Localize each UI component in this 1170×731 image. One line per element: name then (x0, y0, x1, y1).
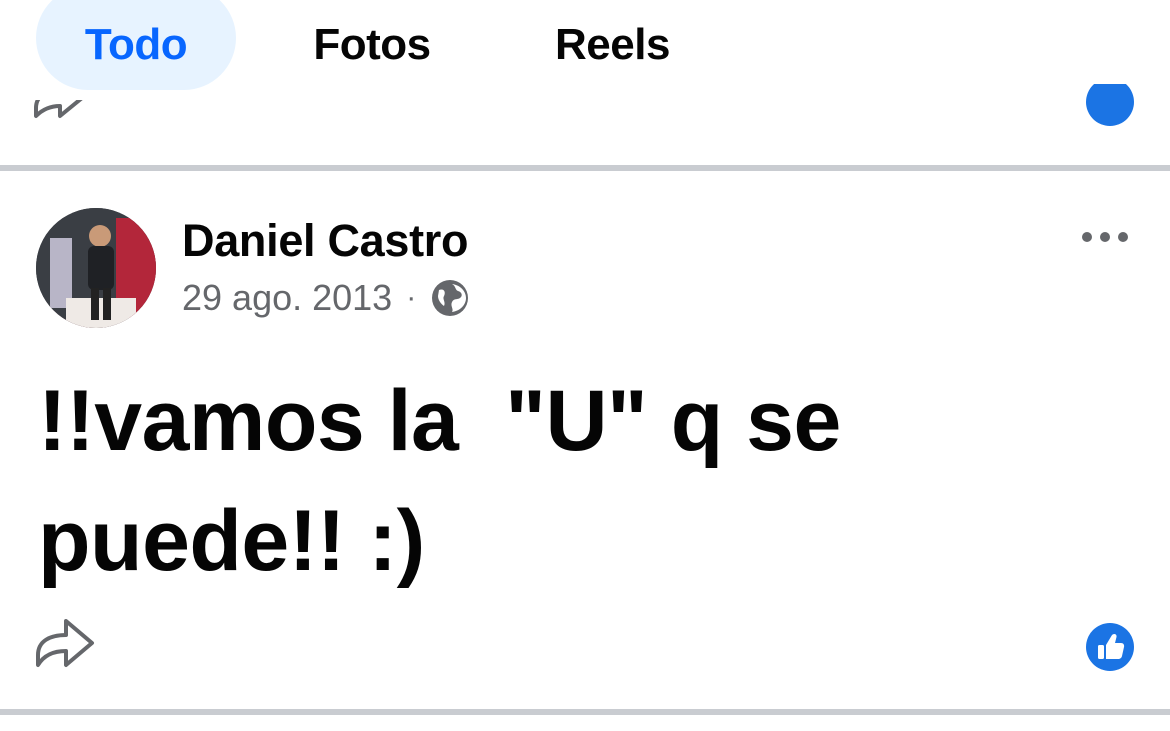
post-text: !!vamos la "U" q se puede!! :) (38, 373, 841, 589)
post-date[interactable]: 29 ago. 2013 (182, 277, 392, 319)
post-divider-bottom (0, 709, 1170, 715)
tab-fotos[interactable]: Fotos (282, 0, 462, 90)
post-card: Daniel Castro 29 ago. 2013 · !!vamos la … (0, 171, 1170, 709)
tab-todo[interactable]: Todo (36, 0, 236, 90)
more-options-icon[interactable] (1080, 229, 1130, 245)
author-name[interactable]: Daniel Castro (182, 215, 468, 267)
tab-reels[interactable]: Reels (520, 0, 705, 90)
share-icon[interactable] (34, 615, 96, 671)
previous-post-share-icon[interactable] (28, 100, 92, 130)
meta-separator: · (406, 281, 417, 314)
like-icon[interactable] (1086, 623, 1134, 671)
avatar[interactable] (36, 208, 156, 328)
filter-tabs: Todo Fotos Reels (0, 0, 1170, 95)
globe-icon (432, 280, 469, 316)
previous-post-like-icon[interactable] (1086, 84, 1134, 128)
post-meta: 29 ago. 2013 · (182, 277, 470, 319)
